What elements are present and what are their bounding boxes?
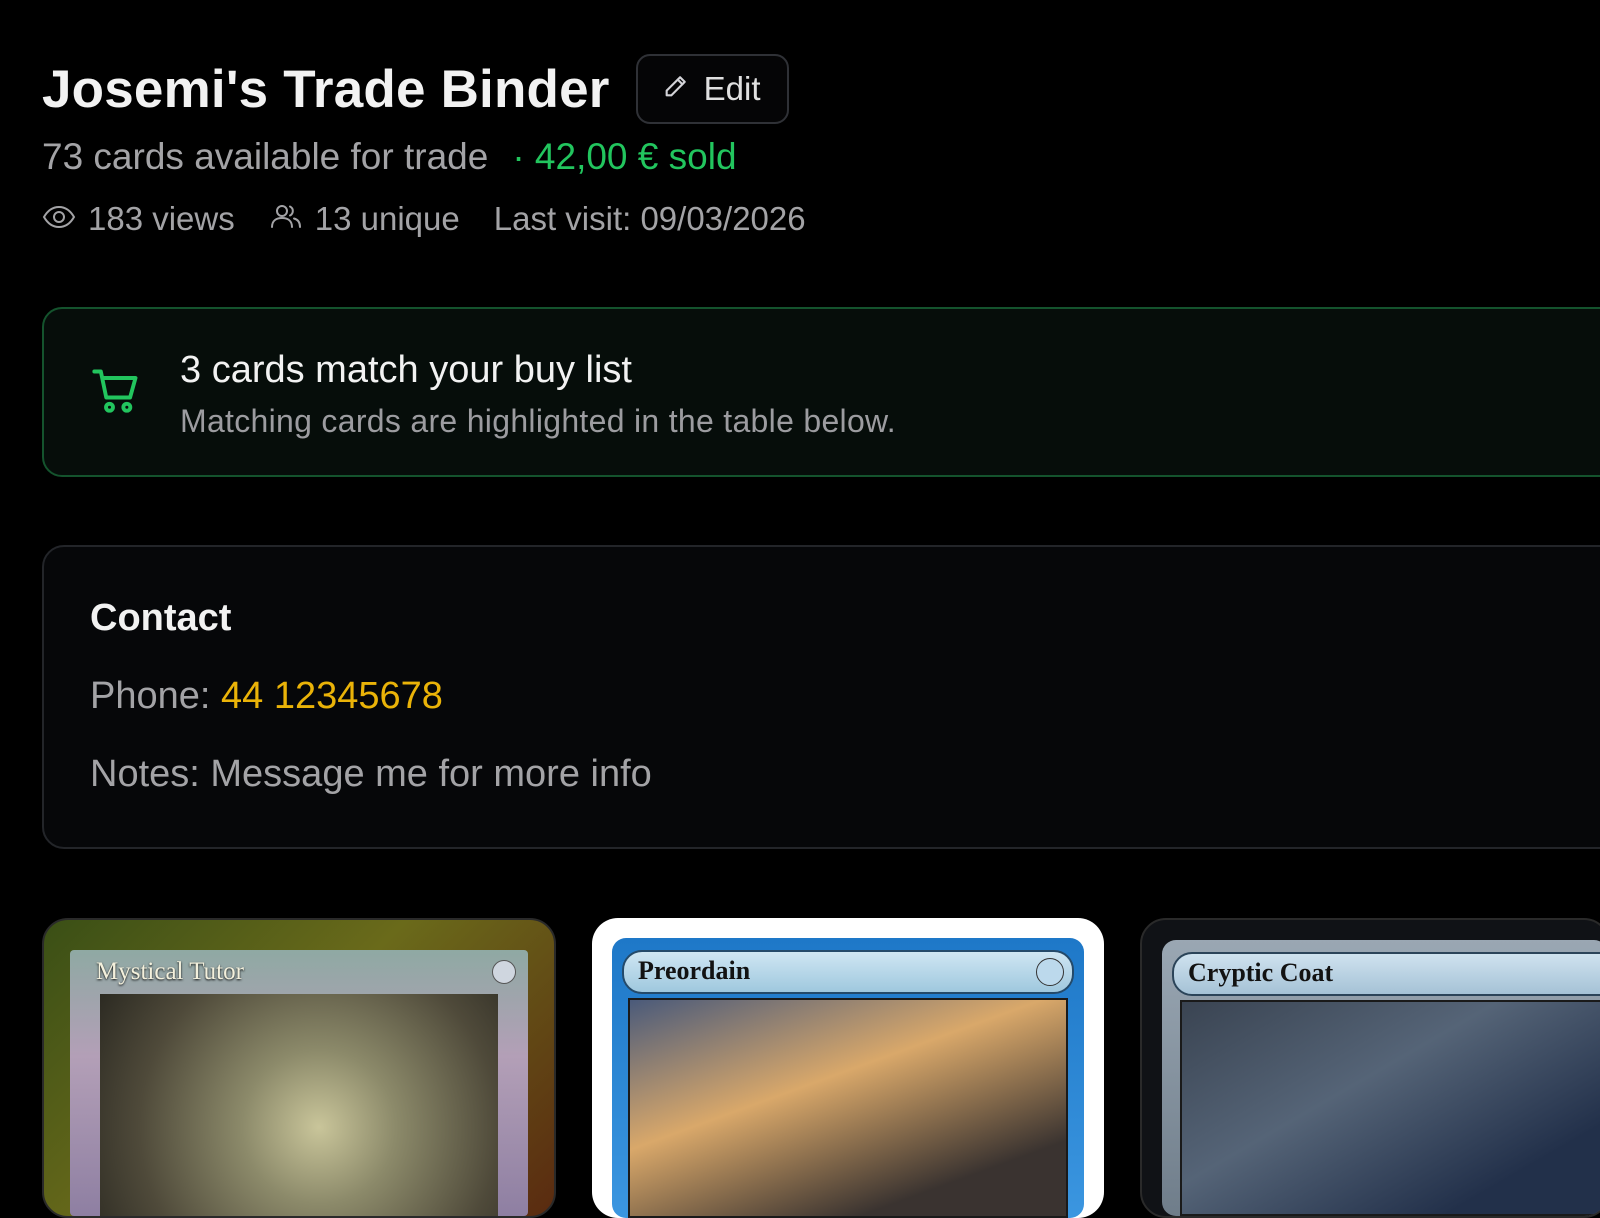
binder-subtitle: 73 cards available for trade · 42,00 € s… — [42, 136, 1600, 178]
notes-value: Message me for more info — [210, 753, 652, 795]
edit-button-label: Edit — [703, 70, 761, 107]
mana-symbol-icon — [1036, 958, 1064, 986]
card-image: Mystical Tutor — [70, 950, 528, 1216]
views-count: 183 views — [88, 200, 235, 237]
card-name: Mystical Tutor — [96, 958, 244, 985]
unique-count: 13 unique — [314, 200, 460, 237]
card-image: Cryptic Coat — [1162, 940, 1600, 1216]
binder-header: Josemi's Trade Binder Edit 73 cards avai… — [42, 52, 1600, 238]
views-stat: 183 views — [42, 200, 235, 238]
buy-list-match-banner: 3 cards match your buy list Matching car… — [42, 307, 1600, 477]
binder-stats: 183 views 13 unique Last visit: 09/03/20… — [42, 200, 1600, 238]
contact-card: Contact Phone: 44 12345678 Notes: Messag… — [42, 545, 1600, 849]
card-name-plate: Preordain — [622, 950, 1074, 994]
phone-value[interactable]: 44 12345678 — [221, 675, 443, 717]
eye-icon — [42, 200, 88, 238]
card-art — [100, 994, 498, 1216]
notes-label: Notes: — [90, 753, 200, 795]
sold-total: · 42,00 € sold — [512, 136, 737, 177]
phone-line: Phone: 44 12345678 — [90, 675, 443, 718]
card-image: Preordain — [612, 938, 1084, 1218]
card-art — [1180, 1000, 1600, 1216]
card-tile-cryptic-coat[interactable]: Cryptic Coat — [1140, 918, 1600, 1218]
edit-button[interactable]: Edit — [635, 54, 789, 124]
card-name-plate: Cryptic Coat — [1172, 952, 1600, 996]
page-title: Josemi's Trade Binder — [42, 59, 610, 119]
notes-line: Notes: Message me for more info — [90, 753, 652, 796]
mana-symbol-icon — [492, 960, 516, 984]
cart-icon — [90, 365, 142, 422]
users-icon — [269, 200, 315, 238]
card-tile-preordain[interactable]: Preordain — [592, 918, 1104, 1218]
card-name: Preordain — [638, 956, 751, 985]
available-count: 73 cards available for trade — [42, 136, 489, 177]
match-subtitle: Matching cards are highlighted in the ta… — [180, 403, 896, 439]
pencil-icon — [662, 70, 704, 108]
card-tile-mystical-tutor[interactable]: Mystical Tutor — [42, 918, 556, 1218]
last-visit-stat: Last visit: 09/03/2026 — [494, 200, 806, 238]
title-row: Josemi's Trade Binder Edit — [42, 52, 1600, 126]
card-name: Cryptic Coat — [1188, 958, 1334, 987]
unique-stat: 13 unique — [269, 200, 460, 238]
phone-label: Phone: — [90, 675, 211, 717]
contact-heading: Contact — [90, 597, 232, 639]
match-title: 3 cards match your buy list — [180, 349, 632, 391]
card-art — [628, 998, 1068, 1218]
last-visit-text: Last visit: 09/03/2026 — [493, 200, 806, 237]
